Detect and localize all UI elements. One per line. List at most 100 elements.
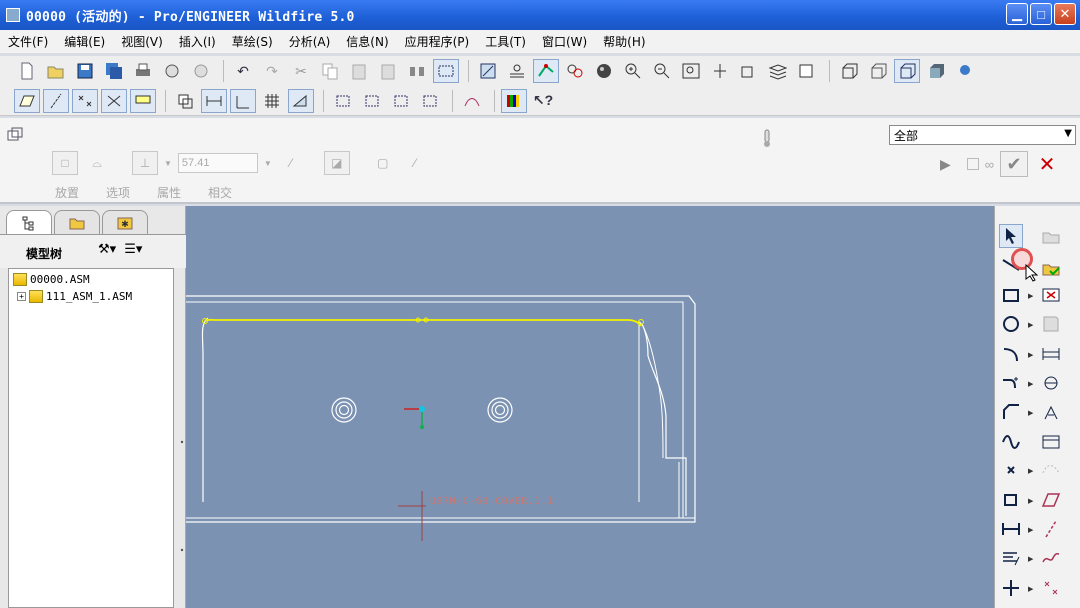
menu-sketch[interactable]: 草绘(S) — [224, 33, 281, 50]
display-dims-icon[interactable] — [359, 89, 385, 113]
cancel-button[interactable]: ✕ — [1034, 151, 1060, 177]
zoom-out-icon[interactable] — [649, 59, 675, 83]
zoom-in-icon[interactable] — [620, 59, 646, 83]
send-mail-icon[interactable] — [159, 59, 185, 83]
save-icon[interactable] — [72, 59, 98, 83]
new-file-icon[interactable] — [14, 59, 40, 83]
solid-option-icon[interactable]: □ — [52, 151, 78, 175]
layers-icon[interactable] — [765, 59, 791, 83]
centerline-tool-icon[interactable] — [999, 576, 1023, 600]
display-constraints-icon[interactable] — [330, 89, 356, 113]
flyout-arrow-icon[interactable]: ▶ — [1028, 351, 1033, 359]
tree-item[interactable]: + 111_ASM_1.ASM — [17, 290, 132, 303]
annotation-icon[interactable] — [130, 88, 156, 113]
display-vertices-icon[interactable] — [388, 89, 414, 113]
tab-folder-browser[interactable] — [54, 210, 100, 234]
flyout-arrow-icon[interactable]: ▶ — [1028, 321, 1033, 329]
expand-icon[interactable]: + — [17, 292, 26, 301]
depth-value-field[interactable]: 57.41 — [177, 153, 258, 173]
no-hidden-icon[interactable] — [894, 59, 920, 83]
save-copy-icon[interactable] — [101, 59, 127, 83]
paste-special-icon[interactable] — [375, 59, 401, 83]
context-help-icon[interactable]: ↖? — [530, 89, 556, 113]
datum-point-tool-icon[interactable] — [1039, 576, 1063, 600]
point-tool-icon[interactable] — [999, 458, 1023, 482]
menu-edit[interactable]: 编辑(E) — [56, 33, 113, 50]
flyout-arrow-icon[interactable]: ▶ — [1028, 497, 1033, 505]
assemble-icon[interactable] — [172, 89, 198, 113]
shaded-icon[interactable] — [923, 59, 949, 83]
shading-icon[interactable] — [591, 59, 617, 83]
flyout-arrow-icon[interactable]: ▶ — [1028, 380, 1033, 388]
selection-box-icon[interactable] — [433, 59, 459, 83]
saved-views-icon[interactable] — [794, 59, 820, 83]
menu-analysis[interactable]: 分析(A) — [281, 33, 339, 50]
menu-info[interactable]: 信息(N) — [338, 33, 396, 50]
curve-tool-icon[interactable] — [1039, 546, 1063, 570]
curve-option-icon[interactable] — [1039, 458, 1063, 482]
tab-intersect[interactable]: 相交 — [208, 184, 232, 201]
glasses-icon[interactable]: ∞ — [985, 157, 994, 172]
curve-analysis-icon[interactable] — [459, 89, 485, 113]
tab-placement[interactable]: 放置 — [55, 184, 79, 201]
cut-icon[interactable]: ✂ — [288, 59, 314, 83]
datum-point-icon[interactable] — [72, 88, 98, 113]
reference-dim-icon[interactable] — [230, 88, 256, 113]
dimension-horizontal-icon[interactable] — [999, 517, 1023, 541]
display-grid-icon[interactable] — [417, 89, 443, 113]
constraint-icon[interactable] — [1039, 371, 1063, 395]
menu-window[interactable]: 窗口(W) — [534, 33, 595, 50]
refit-icon[interactable] — [678, 59, 704, 83]
color-appearance-icon[interactable] — [501, 88, 527, 113]
depth-option-icon[interactable]: ⊥ — [132, 151, 158, 175]
grid-icon[interactable] — [259, 89, 285, 113]
palette-icon[interactable] — [1039, 224, 1063, 248]
tree-show-icon[interactable]: ☰▾ — [124, 241, 142, 257]
dimension-tool-icon[interactable] — [1039, 342, 1063, 366]
rectangle-tool-icon[interactable] — [999, 283, 1023, 307]
arc-tool-icon[interactable] — [999, 342, 1023, 366]
flyout-arrow-icon[interactable]: ▶ — [1028, 409, 1033, 417]
spin-center-icon[interactable] — [562, 59, 588, 83]
use-edge-icon[interactable] — [1039, 256, 1063, 280]
menu-file[interactable]: 文件(F) — [0, 33, 56, 50]
tree-item[interactable]: 00000.ASM — [13, 273, 90, 286]
datum-plane-icon[interactable] — [14, 88, 40, 113]
remove-material-icon[interactable]: ◪ — [323, 151, 350, 175]
offset-tool-icon[interactable] — [999, 488, 1023, 512]
menu-insert[interactable]: 插入(I) — [171, 33, 224, 50]
maximize-button[interactable]: □ — [1030, 3, 1052, 25]
ok-button[interactable]: ✔ — [1000, 151, 1029, 177]
dimension-icon[interactable] — [201, 88, 227, 113]
wireframe-icon[interactable] — [836, 59, 862, 83]
menu-help[interactable]: 帮助(H) — [595, 33, 653, 50]
datum-icon[interactable] — [707, 59, 733, 83]
fillet-tool-icon[interactable] — [999, 371, 1023, 395]
flyout-arrow-icon[interactable]: ▶ — [1028, 526, 1033, 534]
flip-thicken-icon[interactable]: ⁄ — [402, 151, 428, 175]
hidden-line-icon[interactable] — [865, 59, 891, 83]
model-player-icon[interactable] — [952, 59, 978, 83]
regenerate-icon[interactable] — [404, 59, 430, 83]
copy-icon[interactable] — [317, 59, 343, 83]
flyout-arrow-icon[interactable]: ▶ — [1028, 555, 1033, 563]
flyout-arrow-icon[interactable]: ▶ — [1028, 292, 1033, 300]
flip-direction-icon[interactable]: ⁄ — [278, 151, 304, 175]
chamfer-tool-icon[interactable] — [999, 400, 1023, 424]
tree-settings-icon[interactable]: ⚒▾ — [98, 241, 116, 257]
minimize-button[interactable]: ▁ — [1006, 3, 1028, 25]
menu-tools[interactable]: 工具(T) — [477, 33, 534, 50]
spline-tool-icon[interactable] — [999, 429, 1023, 453]
flyout-arrow-icon[interactable]: ▶ — [1028, 467, 1033, 475]
tab-favorites[interactable]: ✱ — [102, 210, 148, 234]
tab-properties[interactable]: 属性 — [157, 184, 181, 201]
graphics-window[interactable]: U97N-C-6B.COVER.1.1 — [186, 206, 994, 608]
thicken-icon[interactable]: ▢ — [370, 151, 396, 175]
flyout-arrow-icon[interactable]: ▶ — [1028, 585, 1033, 593]
undo-icon[interactable]: ↶ — [230, 59, 256, 83]
orient-icon[interactable] — [504, 59, 530, 83]
menu-view[interactable]: 视图(V) — [113, 33, 171, 50]
paste-icon[interactable] — [346, 59, 372, 83]
print-icon[interactable] — [130, 59, 156, 83]
send-link-icon[interactable] — [188, 59, 214, 83]
